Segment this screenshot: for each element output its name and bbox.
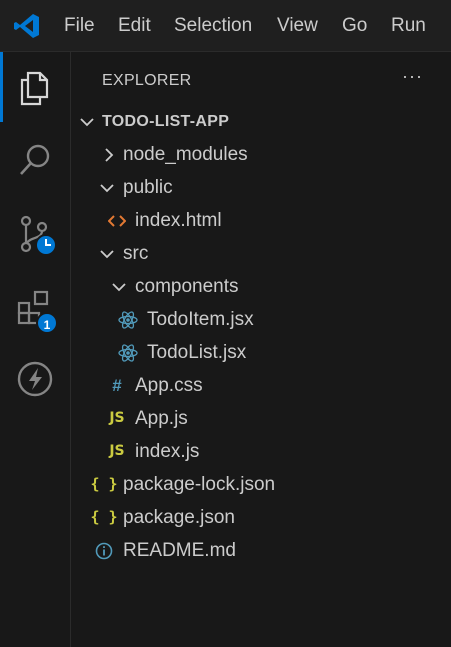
- chevron-right-icon: [99, 138, 119, 171]
- tree-item-node-modules[interactable]: node_modules: [72, 138, 451, 171]
- info-icon: [94, 534, 114, 567]
- activity-explorer[interactable]: [0, 52, 70, 122]
- explorer-sidebar: EXPLORER ··· TODO-LIST-APP node_modules …: [72, 52, 451, 647]
- tree-item-app-css[interactable]: # App.css: [72, 369, 451, 402]
- activity-bolt[interactable]: [0, 343, 70, 413]
- tree-item-readme-md[interactable]: README.md: [72, 534, 451, 567]
- tree-item-label: App.js: [135, 408, 188, 429]
- tree-item-label: public: [123, 177, 173, 198]
- tree-item-app-js[interactable]: JS App.js: [72, 402, 451, 435]
- tree-item-label: index.js: [135, 441, 200, 462]
- more-actions-icon[interactable]: ···: [402, 66, 423, 87]
- file-tree: TODO-LIST-APP node_modules public index.…: [72, 105, 451, 567]
- menu-view[interactable]: View: [277, 15, 318, 37]
- chevron-down-icon: [97, 171, 117, 204]
- tree-item-components[interactable]: components: [72, 270, 451, 303]
- tree-item-src[interactable]: src: [72, 237, 451, 270]
- vscode-logo-icon: [14, 14, 39, 38]
- bolt-icon: [17, 361, 53, 397]
- tree-item-package-lock-json[interactable]: { } package-lock.json: [72, 468, 451, 501]
- activity-source-control[interactable]: [0, 198, 70, 268]
- menu-edit[interactable]: Edit: [118, 15, 151, 37]
- tree-root-folder[interactable]: TODO-LIST-APP: [72, 105, 451, 138]
- tree-item-label: node_modules: [123, 144, 248, 165]
- source-control-icon: [20, 215, 57, 256]
- extensions-badge: 1: [36, 312, 58, 334]
- json-file-icon: { }: [90, 475, 118, 493]
- tree-item-label: App.css: [135, 375, 203, 396]
- title-bar: File Edit Selection View Go Run: [0, 0, 451, 52]
- tree-item-label: TodoList.jsx: [147, 342, 247, 363]
- tree-item-public[interactable]: public: [72, 171, 451, 204]
- js-file-icon: JS: [109, 443, 125, 459]
- menu-file[interactable]: File: [64, 15, 95, 37]
- menu-run[interactable]: Run: [391, 15, 426, 37]
- json-file-icon: { }: [90, 508, 118, 526]
- tree-item-label: src: [123, 243, 149, 264]
- tree-item-label: package-lock.json: [123, 474, 276, 495]
- tree-item-index-js[interactable]: JS index.js: [72, 435, 451, 468]
- activity-bar: 1: [0, 52, 71, 647]
- search-icon: [20, 144, 50, 175]
- explorer-icon: [20, 71, 49, 106]
- react-icon: [118, 303, 138, 336]
- js-file-icon: JS: [109, 410, 125, 426]
- tree-item-todolist-jsx[interactable]: TodoList.jsx: [72, 336, 451, 369]
- activity-extensions[interactable]: 1: [0, 272, 70, 342]
- menu-go[interactable]: Go: [342, 15, 367, 37]
- tree-item-label: TodoItem.jsx: [147, 309, 254, 330]
- html-file-icon: [107, 204, 127, 237]
- chevron-down-icon: [77, 105, 97, 138]
- tree-item-index-html[interactable]: index.html: [72, 204, 451, 237]
- activity-search[interactable]: [0, 124, 70, 194]
- tree-item-label: components: [135, 276, 239, 297]
- tree-item-package-json[interactable]: { } package.json: [72, 501, 451, 534]
- chevron-down-icon: [109, 270, 129, 303]
- css-file-icon: #: [112, 376, 122, 395]
- chevron-down-icon: [97, 237, 117, 270]
- tree-item-todoitem-jsx[interactable]: TodoItem.jsx: [72, 303, 451, 336]
- tree-item-label: package.json: [123, 507, 235, 528]
- tree-root-label: TODO-LIST-APP: [102, 113, 230, 130]
- menu-selection[interactable]: Selection: [174, 15, 252, 37]
- tree-item-label: index.html: [135, 210, 222, 231]
- react-icon: [118, 336, 138, 369]
- explorer-title: EXPLORER: [102, 72, 192, 89]
- tree-item-label: README.md: [123, 540, 236, 561]
